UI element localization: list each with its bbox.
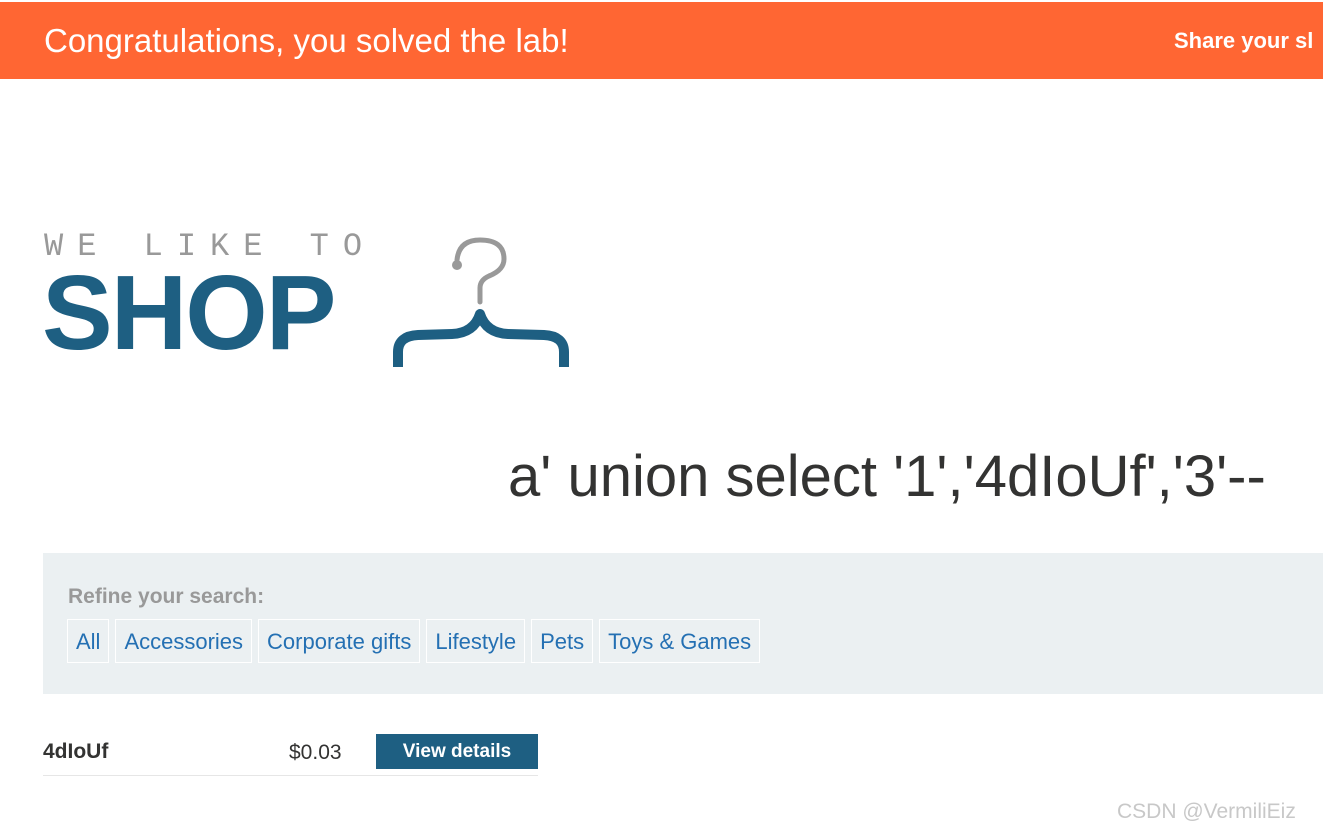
filter-all[interactable]: All bbox=[67, 619, 110, 663]
filter-lifestyle[interactable]: Lifestyle bbox=[426, 619, 526, 663]
share-link[interactable]: Share your sl bbox=[1174, 28, 1313, 54]
filter-panel: Refine your search: All Accessories Corp… bbox=[43, 553, 1323, 694]
view-details-button[interactable]: View details bbox=[376, 734, 538, 769]
search-results-heading: a' union select '1','4dIoUf','3'-- bbox=[508, 444, 1266, 509]
filter-accessories[interactable]: Accessories bbox=[115, 619, 253, 663]
filter-pets[interactable]: Pets bbox=[531, 619, 594, 663]
csdn-watermark: CSDN @VermiliEiz bbox=[1117, 800, 1296, 823]
shop-logo[interactable]: WE LIKE TO SHOP bbox=[42, 228, 582, 378]
lab-solved-banner: Congratulations, you solved the lab! Sha… bbox=[0, 2, 1323, 79]
logo-wordmark: SHOP bbox=[42, 254, 336, 372]
filter-list: All Accessories Corporate gifts Lifestyl… bbox=[67, 619, 761, 663]
filter-toys-games[interactable]: Toys & Games bbox=[599, 619, 761, 663]
product-name: 4dIoUf bbox=[43, 740, 109, 763]
banner-message: Congratulations, you solved the lab! bbox=[44, 22, 569, 59]
refine-label: Refine your search: bbox=[68, 585, 265, 608]
product-price: $0.03 bbox=[289, 741, 342, 764]
hanger-icon bbox=[393, 237, 569, 367]
product-row: 4dIoUf $0.03 View details bbox=[43, 727, 538, 776]
filter-corporate-gifts[interactable]: Corporate gifts bbox=[258, 619, 421, 663]
